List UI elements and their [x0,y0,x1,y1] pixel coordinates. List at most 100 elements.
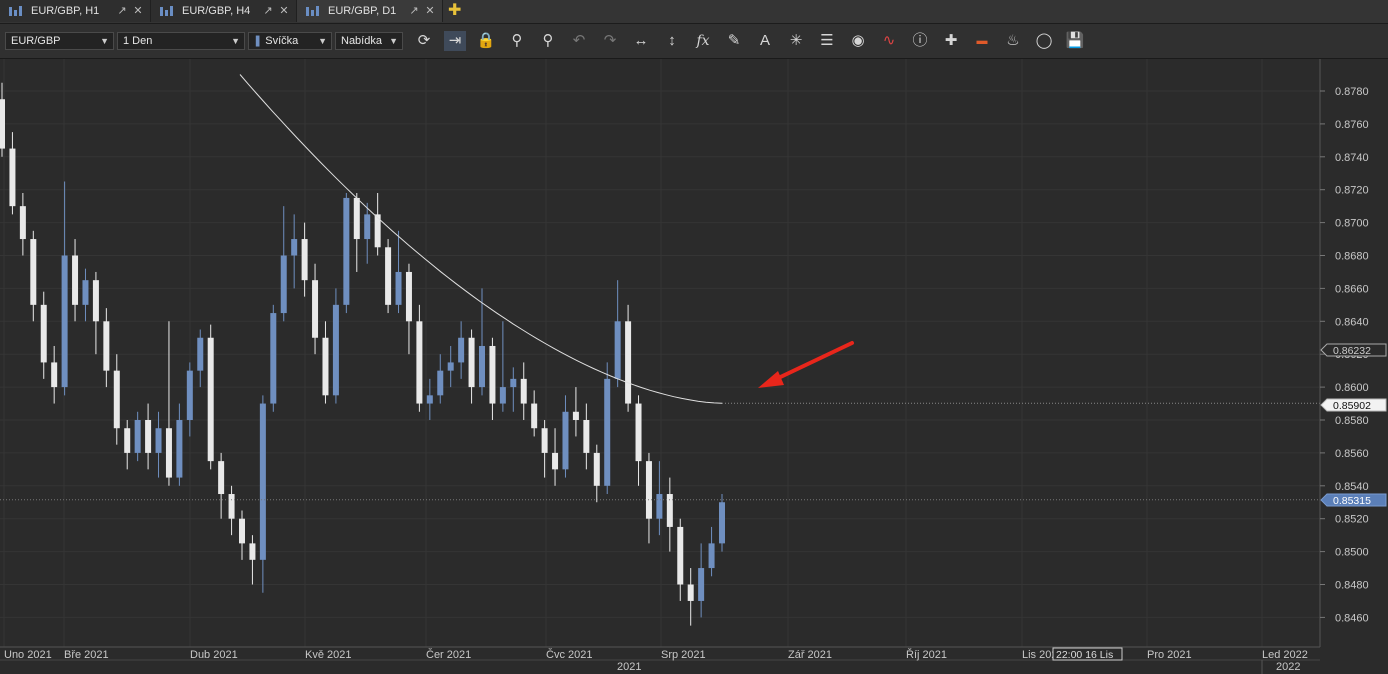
candle [458,321,465,379]
zoom-in-icon[interactable]: ⚲ [506,31,528,51]
save-icon[interactable]: 💾 [1064,31,1086,51]
chevron-down-icon: ▼ [100,36,109,46]
redo-icon[interactable]: ↷ [599,31,621,51]
time-tick-label: Kvě 2021 [305,649,351,661]
undo-icon[interactable]: ↶ [568,31,590,51]
candle [385,239,392,314]
text-tool-icon[interactable]: A [754,31,776,51]
candle [405,263,412,355]
price-tick-label: 0.8600 [1335,382,1369,394]
candle [186,362,193,437]
candle [708,526,715,577]
shift-chart-icon[interactable]: ⇥ [444,31,466,51]
template-ring-icon[interactable]: ◯ [1033,31,1055,51]
price-tick-label: 0.8700 [1335,218,1369,230]
price-tick-label: 0.8560 [1335,448,1369,460]
close-icon[interactable]: ✕ [424,5,436,17]
fit-vertical-icon[interactable]: ↕ [661,31,683,51]
close-icon[interactable]: ✕ [132,5,144,17]
price-tick-label: 0.8640 [1335,316,1369,328]
candle [583,403,590,470]
time-tick-label: Zář 2021 [788,649,832,661]
candle [61,181,68,396]
price-side-select[interactable]: Nabídka ▼ [335,32,403,50]
candle [645,452,652,544]
price-tick-label: 0.8500 [1335,547,1369,559]
detach-icon[interactable]: ↗ [408,5,420,17]
candle [426,378,433,420]
tab-eurgbp-d1[interactable]: EUR/GBP, D1 ↗ ✕ [297,0,443,22]
time-tick-label: Uno 2021 [4,649,52,661]
annotation-arrow [758,341,854,388]
candlestick-icon [159,5,173,17]
tab-eurgbp-h4[interactable]: EUR/GBP, H4 ↗ ✕ [151,0,297,22]
candle [332,288,339,404]
candle [666,477,673,552]
candle [155,411,162,478]
period-select[interactable]: 1 Den ▼ [117,32,245,50]
candle [374,192,381,256]
candle [343,192,350,314]
candle [437,354,444,404]
ma-price-marker: 0.85902 [1320,398,1387,412]
chevron-down-icon: ▼ [389,36,398,46]
high-price-marker: 0.86232 [1320,343,1387,357]
chart-style-icon[interactable]: ∿ [878,31,900,51]
pencil-icon[interactable]: ✎ [723,31,745,51]
candle [312,263,319,355]
symbol-select[interactable]: EUR/GBP ▼ [5,32,114,50]
price-chart[interactable]: 0.8780 0.8760 0.8740 0.8720 0.8700 0.8680 0.86… [0,59,1388,674]
candle [280,206,287,322]
tab-eurgbp-h1[interactable]: EUR/GBP, H1 ↗ ✕ [0,0,151,22]
indicators-fx-icon[interactable]: fx [692,31,714,51]
candle [698,543,705,618]
candle [176,403,183,486]
candle [499,321,506,412]
candle [353,192,360,272]
candlestick-icon [305,5,319,17]
info-icon[interactable]: ⓘ [909,31,931,51]
chart-type-select[interactable]: ❚ Svíčka ▼ [248,32,332,50]
price-tick-label: 0.8580 [1335,415,1369,427]
time-tick-label: Led 2022 [1262,649,1308,661]
detach-icon[interactable]: ↗ [262,5,274,17]
candle [604,362,611,495]
price-side-value: Nabídka [341,35,382,47]
candle [489,337,496,420]
candle [165,321,172,486]
period-value: 1 Den [123,35,153,47]
close-icon[interactable]: ✕ [278,5,290,17]
candle [82,268,89,322]
candle [541,420,548,478]
candle [531,390,538,437]
zoom-out-icon[interactable]: ⚲ [537,31,559,51]
candle [593,444,600,503]
price-tick-label: 0.8760 [1335,119,1369,131]
chart-canvas[interactable]: 0.8780 0.8760 0.8740 0.8720 0.8700 0.8680 0.86… [0,59,1388,674]
time-tick-label: Pro 2021 [1147,649,1192,661]
layers-icon[interactable]: ☰ [816,31,838,51]
candle [677,518,684,601]
fit-horizontal-icon[interactable]: ↔ [630,31,652,51]
candle [40,291,47,379]
tab-bar: EUR/GBP, H1 ↗ ✕ EUR/GBP, H4 ↗ ✕ EUR/GBP,… [0,0,1388,24]
candle [113,354,120,445]
cursor-cross-icon[interactable]: ✚ [940,31,962,51]
price-axis: 0.8780 0.8760 0.8740 0.8720 0.8700 0.8680 0.86… [1319,59,1387,647]
time-tick-label: Bře 2021 [64,649,109,661]
candle [468,329,475,404]
candle [124,420,131,470]
candle [103,308,110,388]
lock-icon[interactable]: 🔒 [475,31,497,51]
add-chart-icon[interactable]: ✚ [448,3,466,21]
detach-icon[interactable]: ↗ [116,5,128,17]
refresh-icon[interactable]: ⟳ [413,31,435,51]
chevron-down-icon: ▼ [231,36,240,46]
eye-icon[interactable]: ◉ [847,31,869,51]
crosshair-tool-icon[interactable]: ✳ [785,31,807,51]
candle [614,280,621,388]
chart-type-value: Svíčka [265,35,299,47]
year-label: 2021 [617,661,641,673]
paint-bucket-icon[interactable]: ♨ [1002,31,1024,51]
color-bar-icon[interactable]: ▬ [971,31,993,51]
